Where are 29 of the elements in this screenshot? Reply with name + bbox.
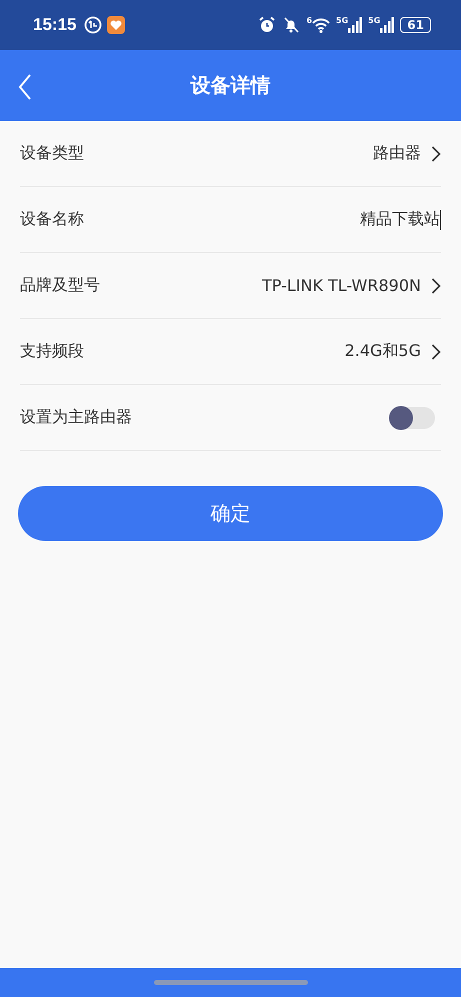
field-label: 设备名称: [20, 209, 84, 230]
confirm-button[interactable]: 确定: [18, 486, 443, 541]
chevron-right-icon: [431, 278, 441, 294]
alarm-icon: [258, 16, 276, 34]
chevron-right-icon: [431, 146, 441, 162]
field-label: 设备类型: [20, 143, 84, 164]
back-icon: [18, 73, 32, 101]
network-label: 5G: [368, 17, 380, 25]
field-label: 支持频段: [20, 341, 84, 362]
network-label: 5G: [336, 17, 348, 25]
battery-level: 61: [400, 17, 431, 33]
name-input-field[interactable]: 精品下载站: [354, 210, 440, 229]
clock-time: 15:15: [33, 15, 76, 35]
value-selector[interactable]: 2.4G和5G: [344, 341, 441, 362]
chevron-right-icon: [431, 344, 441, 360]
value-selector[interactable]: TP-LINK TL-WR890N: [262, 276, 441, 295]
heart-app-icon: [107, 16, 126, 34]
wifi-label: 6: [306, 17, 312, 25]
toggle-switch[interactable]: [389, 406, 435, 428]
clock-badge-icon: [84, 16, 102, 34]
value-selector[interactable]: 路由器: [373, 143, 441, 164]
signal-icon: [380, 17, 394, 33]
wifi-icon: [312, 17, 330, 33]
field-label: 设置为主路由器: [20, 407, 132, 428]
text-cursor-icon: [440, 210, 441, 230]
signal-icon: [348, 17, 362, 33]
muted-bell-icon: [282, 16, 300, 34]
page-title: 设备详情: [190, 72, 270, 99]
field-label: 品牌及型号: [20, 275, 100, 296]
